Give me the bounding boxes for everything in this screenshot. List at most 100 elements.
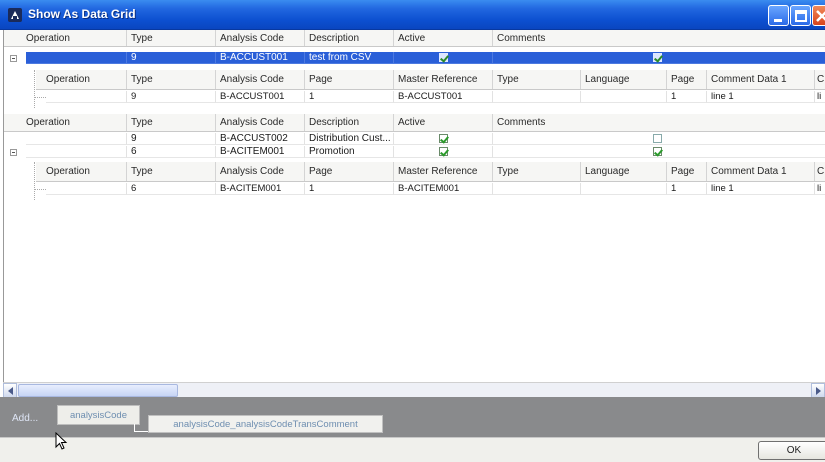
col-header-comments[interactable]: Comments <box>493 30 825 46</box>
collapse-row-expander[interactable] <box>10 149 17 156</box>
table-row[interactable]: 6 B-ACITEM001 Promotion <box>26 146 825 158</box>
cell-language[interactable] <box>581 183 667 195</box>
col-header-analysis-code[interactable]: Analysis Code <box>216 114 305 131</box>
cell-truncated[interactable]: li <box>815 91 825 103</box>
horizontal-scrollbar[interactable] <box>3 382 825 398</box>
cell-comment-data-1[interactable]: line 1 <box>707 183 815 195</box>
table-row[interactable]: 9 B-ACCUST001 1 B-ACCUST001 1 line 1 li <box>46 91 825 103</box>
cell-analysis-code[interactable]: B-ACCUST001 <box>216 91 305 103</box>
cell-comment-data-1[interactable]: line 1 <box>707 91 815 103</box>
col-header-language[interactable]: Language <box>581 162 667 181</box>
cell-comments[interactable] <box>493 146 825 158</box>
col-header-description[interactable]: Description <box>305 30 394 46</box>
cell-type[interactable]: 6 <box>127 183 216 195</box>
col-header-operation[interactable]: Operation <box>4 114 127 131</box>
maximize-icon <box>795 10 807 22</box>
active-checkbox[interactable] <box>439 134 448 143</box>
cell-active[interactable] <box>394 146 493 158</box>
col-header-type[interactable]: Type <box>127 114 216 131</box>
col-header-operation[interactable]: Operation <box>36 162 127 181</box>
chevron-left-icon <box>8 387 13 395</box>
col-header-master-reference[interactable]: Master Reference <box>394 70 493 89</box>
add-tab-link[interactable]: Add... <box>12 413 38 424</box>
col-header-type[interactable]: Type <box>127 70 216 89</box>
col-header-truncated[interactable]: C <box>815 70 825 89</box>
cell-language[interactable] <box>581 91 667 103</box>
col-header-page[interactable]: Page <box>305 162 394 181</box>
cell-description[interactable]: Promotion <box>305 146 394 158</box>
cell-page-2[interactable]: 1 <box>667 183 707 195</box>
scroll-left-button[interactable] <box>3 383 17 398</box>
col-header-active[interactable]: Active <box>394 114 493 131</box>
cell-type-2[interactable] <box>493 183 581 195</box>
cell-comments[interactable] <box>493 133 825 145</box>
cell-analysis-code[interactable]: B-ACITEM001 <box>216 146 305 158</box>
col-header-page-2[interactable]: Page <box>667 70 707 89</box>
col-header-truncated[interactable]: C <box>815 162 825 181</box>
col-header-language[interactable]: Language <box>581 70 667 89</box>
cell-type[interactable]: 9 <box>127 91 216 103</box>
col-header-analysis-code[interactable]: Analysis Code <box>216 162 305 181</box>
dialog-footer <box>0 437 825 462</box>
cell-analysis-code[interactable]: B-ACCUST001 <box>216 52 305 64</box>
col-header-master-reference[interactable]: Master Reference <box>394 162 493 181</box>
col-header-active[interactable]: Active <box>394 30 493 46</box>
cell-description[interactable]: Distribution Cust... <box>305 133 394 145</box>
cell-analysis-code[interactable]: B-ACITEM001 <box>216 183 305 195</box>
col-header-type-2[interactable]: Type <box>493 70 581 89</box>
col-header-comment-data-1[interactable]: Comment Data 1 <box>707 162 815 181</box>
col-header-description[interactable]: Description <box>305 114 394 131</box>
chevron-right-icon <box>816 387 821 395</box>
cell-page[interactable]: 1 <box>305 91 394 103</box>
cell-description[interactable]: test from CSV <box>305 52 394 64</box>
tab-analysis-code[interactable]: analysisCode <box>57 405 140 425</box>
table-row[interactable]: 9 B-ACCUST001 test from CSV <box>26 52 825 64</box>
col-header-analysis-code[interactable]: Analysis Code <box>216 30 305 46</box>
col-header-page-2[interactable]: Page <box>667 162 707 181</box>
col-header-type[interactable]: Type <box>127 162 216 181</box>
cell-type[interactable]: 6 <box>127 146 216 158</box>
table-row[interactable]: 6 B-ACITEM001 1 B-ACITEM001 1 line 1 li <box>46 183 825 195</box>
ok-button[interactable]: OK <box>758 441 825 460</box>
tab-analysis-code-trans-comment[interactable]: analysisCode_analysisCodeTransComment <box>148 415 383 433</box>
col-header-type[interactable]: Type <box>127 30 216 46</box>
cell-comments[interactable] <box>493 52 825 64</box>
col-header-analysis-code[interactable]: Analysis Code <box>216 70 305 89</box>
col-header-operation[interactable]: Operation <box>36 70 127 89</box>
band-header: Operation Type Analysis Code Description… <box>4 30 825 47</box>
comments-checkbox[interactable] <box>653 147 662 156</box>
cell-page[interactable]: 1 <box>305 183 394 195</box>
data-grid[interactable]: Operation Type Analysis Code Description… <box>3 30 825 382</box>
title-bar[interactable]: Show As Data Grid <box>0 0 825 30</box>
table-row[interactable]: 9 B-ACCUST002 Distribution Cust... <box>26 133 825 145</box>
cell-analysis-code[interactable]: B-ACCUST002 <box>216 133 305 145</box>
cell-type-2[interactable] <box>493 91 581 103</box>
active-checkbox[interactable] <box>439 53 448 62</box>
close-icon <box>816 10 825 22</box>
cell-active[interactable] <box>394 52 493 64</box>
minimize-button[interactable] <box>768 5 789 26</box>
cell-active[interactable] <box>394 133 493 145</box>
cell-page-2[interactable]: 1 <box>667 91 707 103</box>
cell-master-reference[interactable]: B-ACCUST001 <box>394 91 493 103</box>
band-header: Operation Type Analysis Code Description… <box>4 114 825 132</box>
window-title: Show As Data Grid <box>28 7 136 21</box>
cell-type[interactable]: 9 <box>127 133 216 145</box>
cell-truncated[interactable]: li <box>815 183 825 195</box>
scroll-right-button[interactable] <box>811 383 825 398</box>
col-header-comment-data-1[interactable]: Comment Data 1 <box>707 70 815 89</box>
minimize-icon <box>774 19 782 22</box>
comments-checkbox[interactable] <box>653 53 662 62</box>
col-header-comments[interactable]: Comments <box>493 114 825 131</box>
cell-type[interactable]: 9 <box>127 52 216 64</box>
maximize-button[interactable] <box>790 5 811 26</box>
scrollbar-thumb[interactable] <box>18 384 178 397</box>
col-header-type-2[interactable]: Type <box>493 162 581 181</box>
close-button[interactable] <box>812 5 825 26</box>
collapse-row-expander[interactable] <box>10 55 17 62</box>
active-checkbox[interactable] <box>439 147 448 156</box>
cell-master-reference[interactable]: B-ACITEM001 <box>394 183 493 195</box>
col-header-page[interactable]: Page <box>305 70 394 89</box>
comments-checkbox[interactable] <box>653 134 662 143</box>
col-header-operation[interactable]: Operation <box>4 30 127 46</box>
